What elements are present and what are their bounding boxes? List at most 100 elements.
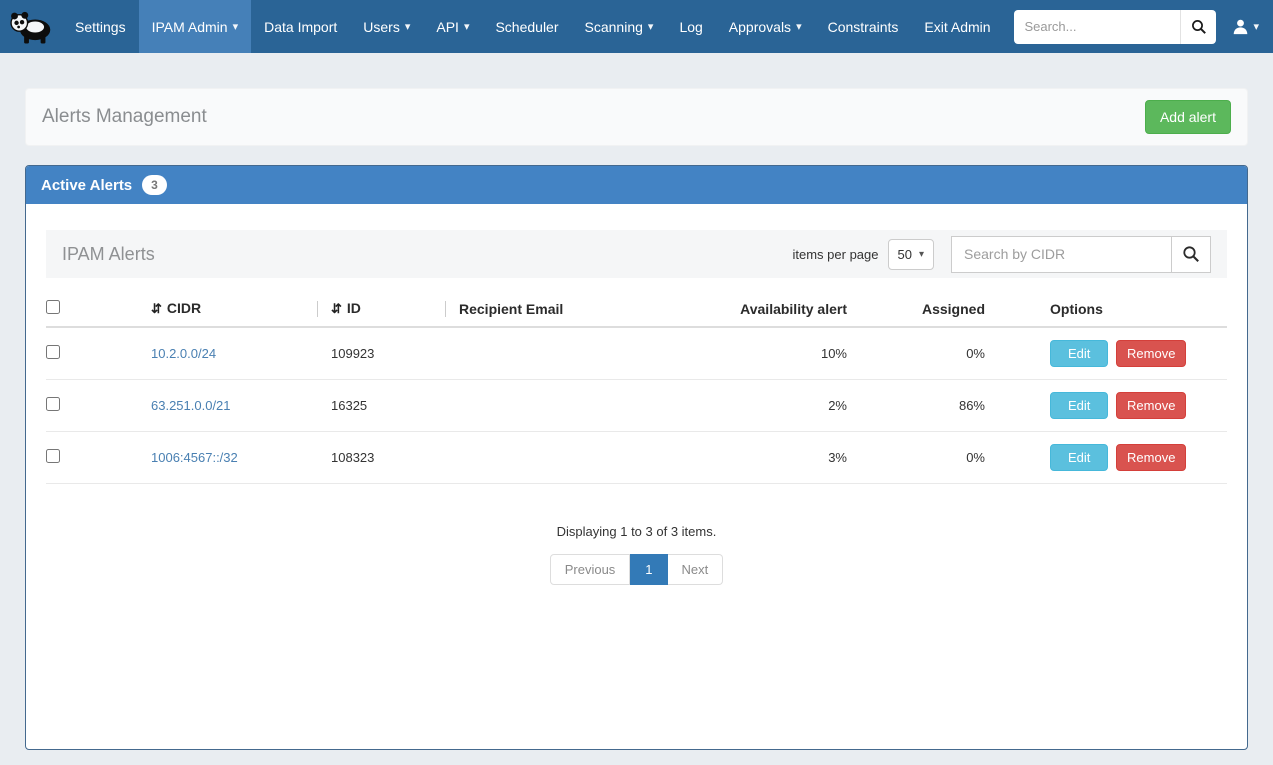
nav-item-ipam-admin[interactable]: IPAM Admin ▾ bbox=[139, 0, 252, 53]
nav-label: Constraints bbox=[828, 19, 899, 35]
row-checkbox[interactable] bbox=[46, 449, 60, 463]
remove-button[interactable]: Remove bbox=[1116, 444, 1186, 471]
column-label: Recipient Email bbox=[459, 301, 563, 317]
items-per-page-label: items per page bbox=[793, 247, 879, 262]
nav-label: IPAM Admin bbox=[152, 19, 228, 35]
panel-body: IPAM Alerts items per page 50 ▾ bbox=[26, 204, 1247, 749]
sort-icon: ⇵ bbox=[331, 301, 342, 316]
cidr-link[interactable]: 63.251.0.0/21 bbox=[151, 398, 231, 413]
column-header-email: Recipient Email bbox=[459, 291, 691, 327]
global-search-input[interactable] bbox=[1014, 10, 1180, 44]
table-row: 63.251.0.0/21 16325 2% 86% Edit Remove bbox=[46, 380, 1227, 432]
column-label: Options bbox=[1050, 301, 1103, 317]
cidr-search-button[interactable] bbox=[1171, 236, 1211, 273]
pagination-next[interactable]: Next bbox=[668, 554, 724, 585]
remove-button[interactable]: Remove bbox=[1116, 340, 1186, 367]
row-checkbox[interactable] bbox=[46, 397, 60, 411]
nav-item-data-import[interactable]: Data Import bbox=[251, 0, 350, 53]
column-header-cidr[interactable]: ⇵ CIDR bbox=[151, 291, 331, 327]
panel-heading: Active Alerts 3 bbox=[26, 166, 1247, 204]
nav-label: Scheduler bbox=[495, 19, 558, 35]
recipient-email bbox=[459, 432, 691, 484]
column-label: CIDR bbox=[167, 300, 201, 316]
nav-item-constraints[interactable]: Constraints bbox=[815, 0, 912, 53]
alert-id: 16325 bbox=[331, 380, 459, 432]
add-alert-button[interactable]: Add alert bbox=[1145, 100, 1231, 134]
table-toolbar: IPAM Alerts items per page 50 ▾ bbox=[46, 230, 1227, 278]
nav-item-users[interactable]: Users ▾ bbox=[350, 0, 423, 53]
nav-item-scanning[interactable]: Scanning ▾ bbox=[572, 0, 667, 53]
edit-button[interactable]: Edit bbox=[1050, 392, 1108, 419]
active-alerts-panel: Active Alerts 3 IPAM Alerts items per pa… bbox=[25, 165, 1248, 750]
assigned-value: 86% bbox=[859, 380, 997, 432]
nav-item-scheduler[interactable]: Scheduler bbox=[482, 0, 571, 53]
table-header-row: ⇵ CIDR ⇵ ID Recipient Email Availability a… bbox=[46, 291, 1227, 327]
search-icon bbox=[1191, 19, 1207, 35]
caret-down-icon: ▾ bbox=[919, 249, 924, 260]
cidr-search-input[interactable] bbox=[951, 236, 1171, 273]
page-header: Alerts Management Add alert bbox=[25, 88, 1248, 146]
pagination-page-1[interactable]: 1 bbox=[630, 554, 667, 585]
cidr-link[interactable]: 10.2.0.0/24 bbox=[151, 346, 216, 361]
pagination-previous[interactable]: Previous bbox=[550, 554, 631, 585]
edit-button[interactable]: Edit bbox=[1050, 340, 1108, 367]
column-header-id[interactable]: ⇵ ID bbox=[331, 291, 459, 327]
alert-id: 109923 bbox=[331, 327, 459, 380]
items-per-page-select[interactable]: 50 ▾ bbox=[888, 239, 935, 270]
column-header-availability: Availability alert bbox=[691, 291, 859, 327]
panel-title: Active Alerts bbox=[41, 177, 132, 194]
column-label: Assigned bbox=[922, 301, 985, 317]
table-row: 10.2.0.0/24 109923 10% 0% Edit Remove bbox=[46, 327, 1227, 380]
select-all-checkbox[interactable] bbox=[46, 300, 60, 314]
caret-down-icon: ▾ bbox=[1253, 20, 1259, 33]
table-title: IPAM Alerts bbox=[62, 244, 155, 265]
user-icon bbox=[1232, 18, 1249, 35]
caret-down-icon: ▾ bbox=[405, 20, 411, 33]
assigned-value: 0% bbox=[859, 432, 997, 484]
panda-logo-icon bbox=[9, 9, 53, 45]
nav-item-exit-admin[interactable]: Exit Admin bbox=[911, 0, 1003, 53]
column-header-options: Options bbox=[997, 291, 1227, 327]
nav-label: Approvals bbox=[729, 19, 791, 35]
table-summary: Displaying 1 to 3 of 3 items. bbox=[46, 524, 1227, 539]
cidr-link[interactable]: 1006:4567::/32 bbox=[151, 450, 238, 465]
alert-id: 108323 bbox=[331, 432, 459, 484]
availability-value: 2% bbox=[691, 380, 859, 432]
user-menu[interactable]: ▾ bbox=[1232, 18, 1259, 35]
nav-item-log[interactable]: Log bbox=[666, 0, 715, 53]
column-label: ID bbox=[347, 300, 361, 316]
caret-down-icon: ▾ bbox=[464, 20, 470, 33]
alerts-table: ⇵ CIDR ⇵ ID Recipient Email Availability a… bbox=[46, 291, 1227, 484]
main-nav: Settings IPAM Admin▾ Data Import Users▾ … bbox=[62, 0, 1004, 53]
row-checkbox[interactable] bbox=[46, 345, 60, 359]
cidr-search bbox=[951, 236, 1211, 273]
nav-item-api[interactable]: API ▾ bbox=[423, 0, 482, 53]
availability-value: 3% bbox=[691, 432, 859, 484]
nav-item-settings[interactable]: Settings bbox=[62, 0, 139, 53]
search-icon bbox=[1182, 245, 1200, 263]
nav-label: Users bbox=[363, 19, 400, 35]
caret-down-icon: ▾ bbox=[233, 20, 239, 33]
nav-label: Log bbox=[679, 19, 702, 35]
top-navbar: Settings IPAM Admin▾ Data Import Users▾ … bbox=[0, 0, 1273, 53]
caret-down-icon: ▾ bbox=[648, 20, 654, 33]
nav-label: Scanning bbox=[585, 19, 643, 35]
pagination: Previous 1 Next bbox=[46, 554, 1227, 585]
page-title: Alerts Management bbox=[42, 106, 207, 128]
nav-label: API bbox=[436, 19, 459, 35]
global-search bbox=[1014, 10, 1216, 44]
nav-label: Data Import bbox=[264, 19, 337, 35]
nav-item-approvals[interactable]: Approvals▾ bbox=[716, 0, 815, 53]
items-per-page-value: 50 bbox=[898, 247, 912, 262]
remove-button[interactable]: Remove bbox=[1116, 392, 1186, 419]
toolbar-controls: items per page 50 ▾ bbox=[793, 236, 1212, 273]
availability-value: 10% bbox=[691, 327, 859, 380]
app-logo[interactable] bbox=[0, 0, 62, 53]
recipient-email bbox=[459, 327, 691, 380]
recipient-email bbox=[459, 380, 691, 432]
table-row: 1006:4567::/32 108323 3% 0% Edit Remove bbox=[46, 432, 1227, 484]
alert-count-badge: 3 bbox=[142, 175, 167, 195]
edit-button[interactable]: Edit bbox=[1050, 444, 1108, 471]
global-search-button[interactable] bbox=[1180, 10, 1216, 44]
sort-icon: ⇵ bbox=[151, 301, 162, 316]
